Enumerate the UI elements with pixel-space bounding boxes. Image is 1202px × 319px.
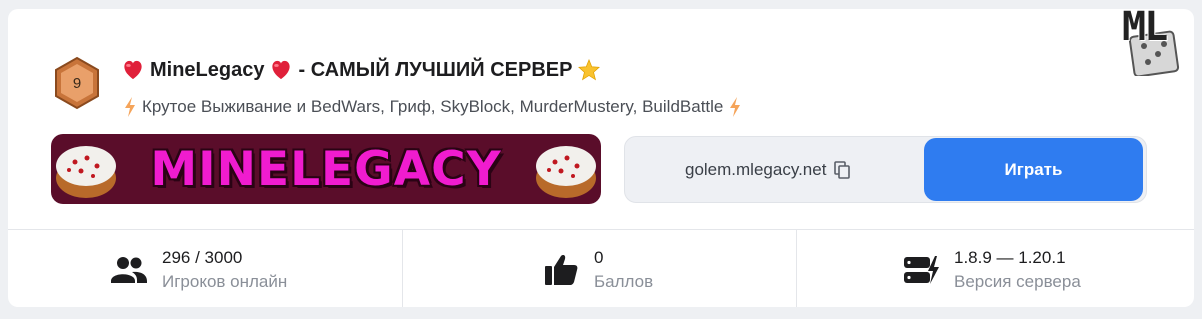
stats-divider (8, 229, 1194, 230)
copy-icon (834, 160, 851, 179)
rank-number: 9 (72, 74, 82, 92)
server-icon (904, 256, 939, 284)
play-button[interactable]: Играть (924, 138, 1143, 201)
site-logo: ML (1118, 4, 1198, 76)
users-icon (111, 257, 147, 283)
players-value: 296 / 3000 (162, 248, 243, 267)
stats-divider (796, 230, 797, 307)
points-label: Баллов (594, 272, 654, 291)
points-value: 0 (594, 248, 604, 267)
heart-icon (124, 60, 142, 80)
server-ip: golem.mlegacy.net (685, 159, 827, 179)
stat-version: 1.8.9 — 1.20.1 Версия сервера (902, 245, 1081, 295)
subtitle-text: Крутое Выживание и BedWars, Гриф, SkyBlo… (142, 97, 724, 116)
players-label: Игроков онлайн (162, 272, 288, 291)
stat-players: 296 / 3000 Игроков онлайн (110, 245, 287, 295)
lightning-icon (730, 97, 741, 117)
star-icon (578, 59, 601, 81)
server-card: 9 MineLegacy - САМЫЙ ЛУЧШИЙ СЕРВЕР Круто… (8, 9, 1194, 307)
version-value: 1.8.9 — 1.20.1 (954, 248, 1066, 267)
cake-icon (536, 146, 596, 198)
version-label: Версия сервера (954, 272, 1081, 291)
server-title[interactable]: MineLegacy - САМЫЙ ЛУЧШИЙ СЕРВЕР (122, 57, 601, 83)
rank-badge: 9 (53, 56, 101, 110)
server-banner[interactable]: MINELEGACY (51, 134, 601, 204)
server-title-suffix: - САМЫЙ ЛУЧШИЙ СЕРВЕР (298, 58, 573, 81)
server-name: MineLegacy (150, 58, 265, 81)
logo-text: ML (1122, 4, 1168, 50)
thumbs-up-icon[interactable] (542, 253, 580, 287)
copy-ip-button[interactable]: golem.mlegacy.net (685, 137, 851, 202)
stat-points: 0 Баллов (542, 245, 653, 295)
cake-icon (56, 146, 116, 198)
server-subtitle: Крутое Выживание и BedWars, Гриф, SkyBlo… (124, 96, 741, 118)
lightning-icon (125, 97, 135, 117)
banner-title: MINELEGACY (150, 141, 502, 197)
stats-divider (402, 230, 403, 307)
heart-icon (272, 60, 291, 80)
